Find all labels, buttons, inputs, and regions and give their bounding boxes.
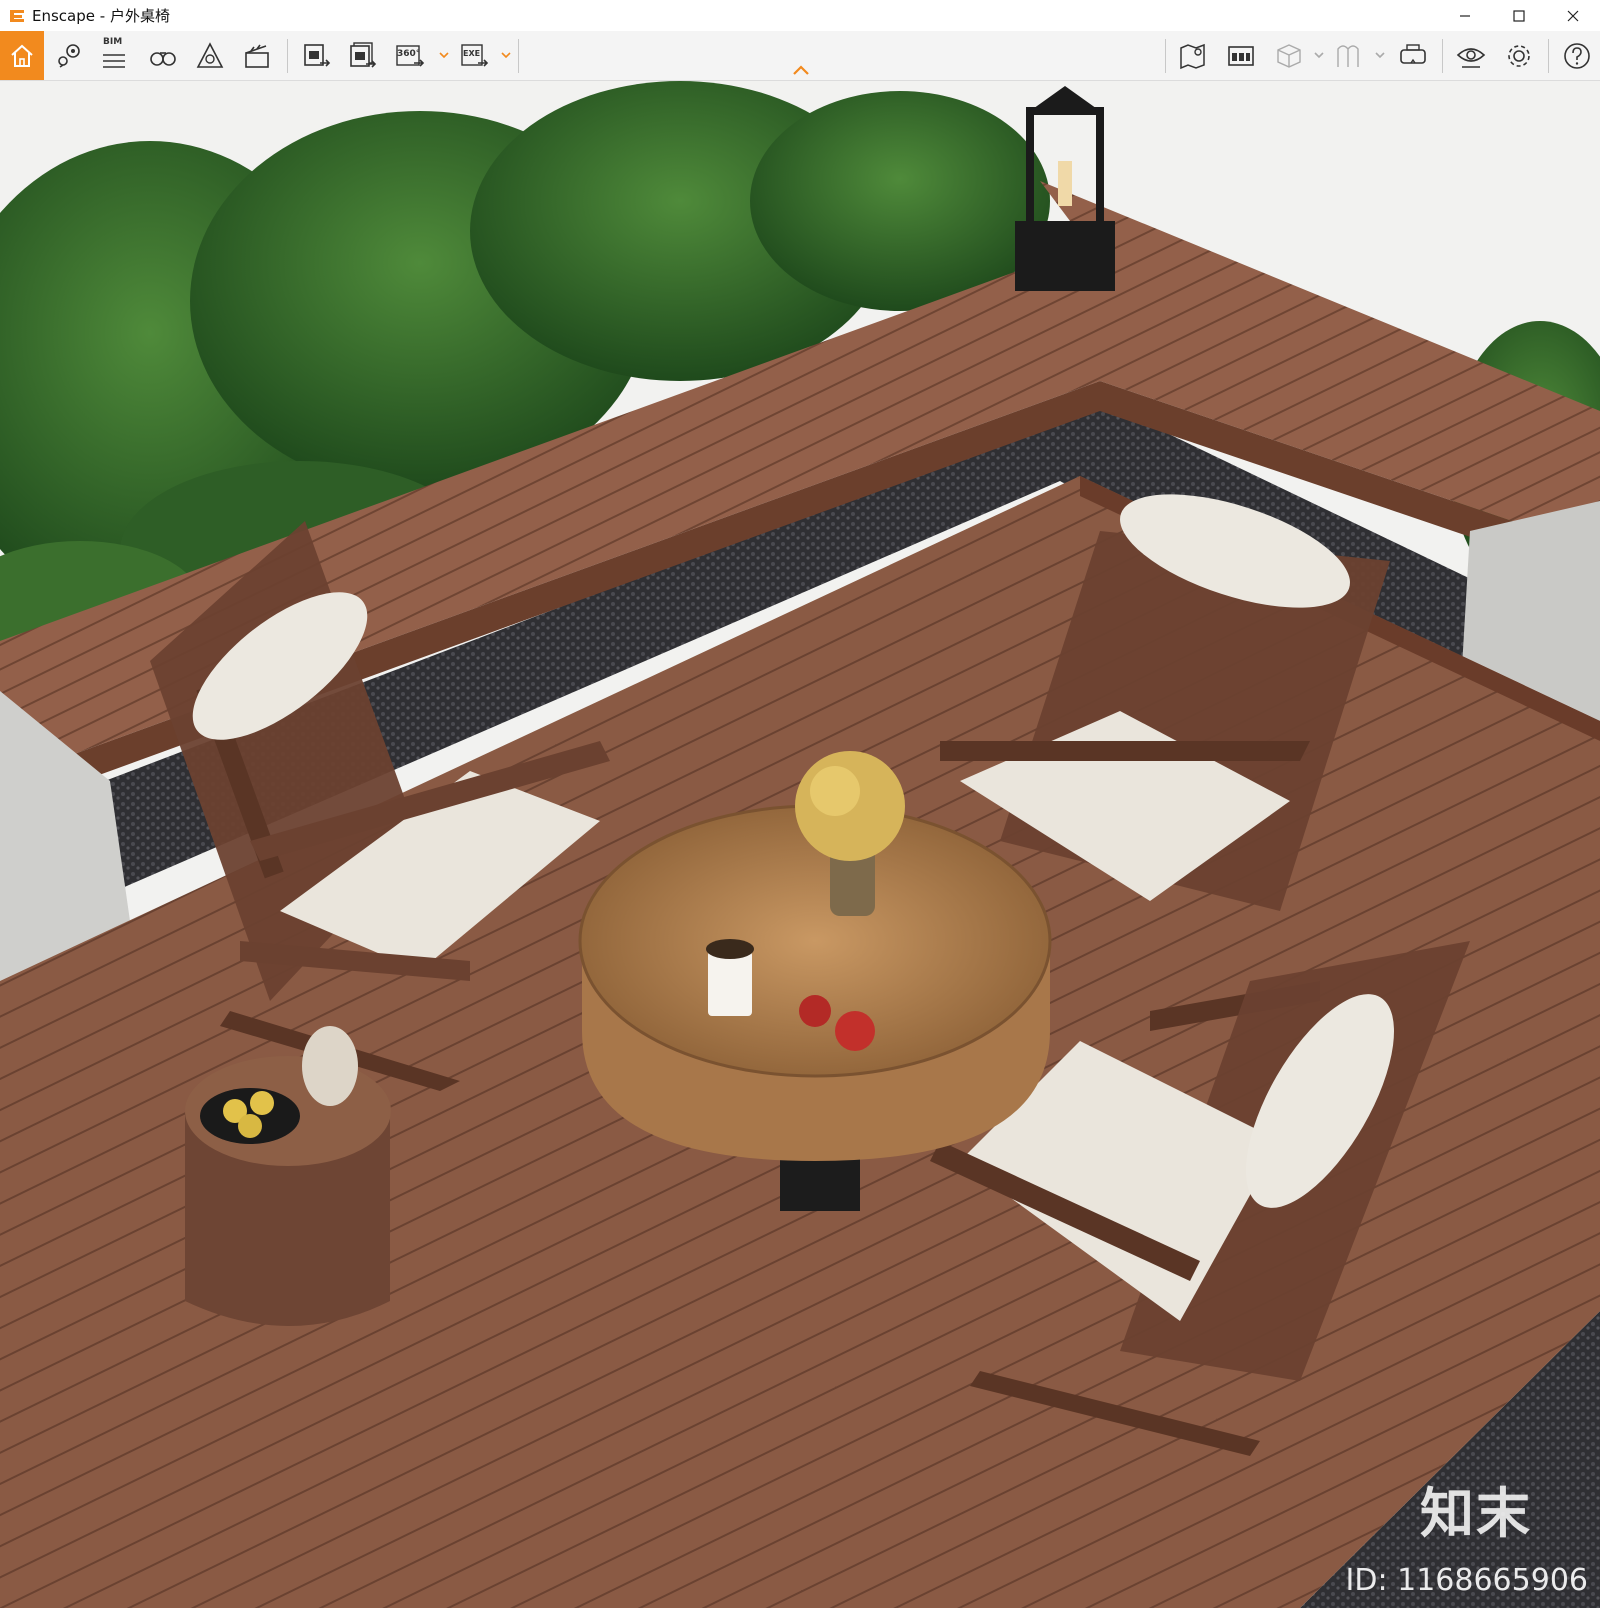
window-title: Enscape - 户外桌椅 [32, 5, 170, 26]
map-pin-icon [58, 44, 80, 68]
export-exe-dropdown-chevron-icon[interactable] [500, 49, 512, 61]
cube-icon [1277, 44, 1301, 68]
toolbar-separator [1548, 39, 1549, 73]
export-exe-button[interactable]: EXE [458, 39, 492, 73]
video-editor-button[interactable] [240, 39, 274, 73]
export-exe-label: EXE [463, 49, 480, 58]
eye-icon [1456, 48, 1486, 68]
export-image-button[interactable] [300, 39, 334, 73]
toolbar-separator [287, 39, 288, 73]
material-dropdown-chevron-icon[interactable] [1374, 49, 1386, 61]
watermark-brand: 知末 [1420, 1482, 1532, 1545]
bim-label: BIM [103, 37, 123, 47]
asset-library-button[interactable] [1224, 39, 1258, 73]
home-icon [11, 44, 33, 67]
material-icon [1337, 45, 1359, 67]
app-name: Enscape [32, 7, 95, 25]
minimize-button[interactable] [1438, 0, 1492, 31]
binoculars-icon [150, 52, 176, 66]
object-button[interactable] [1272, 39, 1306, 73]
maximize-button[interactable] [1492, 0, 1546, 31]
views-button[interactable] [52, 39, 86, 73]
object-dropdown-chevron-icon[interactable] [1313, 49, 1325, 61]
watermark-id: ID: 1168665906 [1345, 1563, 1588, 1598]
settings-button[interactable] [1502, 39, 1536, 73]
toolbar-separator [1442, 39, 1443, 73]
render-viewport[interactable]: 知末 ID: 1168665906 [0, 81, 1600, 1608]
enscape-logo-icon [10, 9, 24, 22]
scene-render [0, 81, 1600, 1608]
help-button[interactable] [1560, 39, 1594, 73]
bim-button[interactable]: BIM [97, 37, 131, 73]
walk-mode-button[interactable] [146, 39, 180, 73]
export-360-dropdown-chevron-icon[interactable] [438, 49, 450, 61]
export-360-label: 360° [397, 49, 420, 59]
export-360-button[interactable]: 360° [394, 39, 428, 73]
visual-settings-button[interactable] [193, 39, 227, 73]
help-icon [1564, 43, 1590, 69]
render-settings-icon [196, 42, 224, 68]
home-button[interactable] [0, 31, 44, 80]
site-context-button[interactable] [1176, 39, 1210, 73]
settings-icon [1508, 45, 1530, 67]
minimize-icon [1460, 14, 1470, 17]
title-bar: Enscape - 户外桌椅 [0, 0, 1600, 31]
export-360-icon: 360° [396, 45, 425, 67]
toolbar-separator [518, 39, 519, 73]
material-editor-button[interactable] [1332, 39, 1366, 73]
clapper-icon [245, 44, 269, 68]
export-exe-icon: EXE [461, 44, 489, 67]
close-icon [1567, 10, 1579, 21]
batch-export-button[interactable] [346, 39, 380, 73]
export-image-icon [304, 44, 331, 67]
asset-library-icon [1228, 46, 1254, 66]
collapse-toolbar-chevron-icon[interactable] [790, 63, 812, 77]
document-title: 户外桌椅 [109, 7, 170, 25]
vr-headset-button[interactable] [1396, 39, 1430, 73]
map-icon [1180, 43, 1205, 70]
maximize-icon [1513, 9, 1525, 22]
title-separator: - [95, 7, 110, 25]
window-controls [1438, 0, 1600, 31]
vr-headset-icon [1400, 44, 1426, 64]
toolbar-separator [1165, 39, 1166, 73]
batch-export-icon [350, 42, 377, 68]
view-options-button[interactable] [1454, 39, 1488, 73]
close-button[interactable] [1546, 0, 1600, 31]
